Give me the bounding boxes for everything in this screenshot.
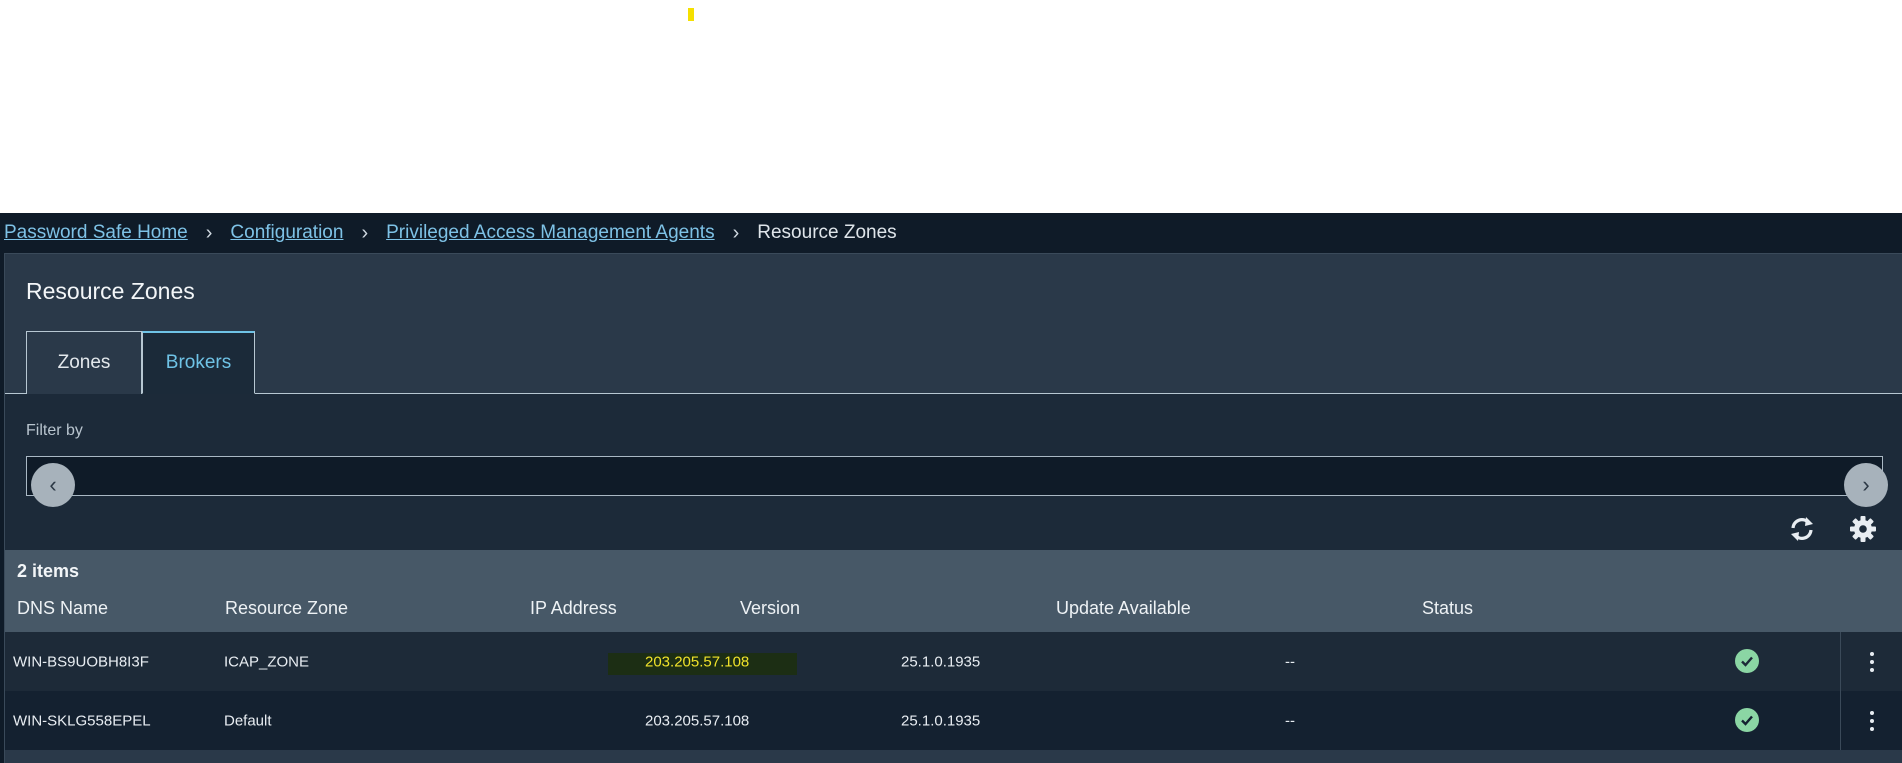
cell-update-available: -- (1285, 653, 1295, 670)
column-header-dns-name[interactable]: DNS Name (17, 598, 108, 619)
breadcrumb-link-pam-agents[interactable]: Privileged Access Management Agents (386, 222, 714, 244)
scroll-right-button[interactable]: › (1844, 463, 1888, 507)
cell-update-available: -- (1285, 712, 1295, 729)
tab-brokers[interactable]: Brokers (142, 331, 255, 394)
gear-icon (1850, 516, 1876, 542)
filter-area: Filter by ‹ › (5, 394, 1902, 550)
chevron-left-icon: ‹ (49, 472, 57, 497)
row-actions-button[interactable] (1840, 632, 1902, 691)
page-title: Resource Zones (26, 278, 195, 304)
grid-header: 2 items DNS Name Resource Zone IP Addres… (5, 550, 1902, 632)
column-header-status[interactable]: Status (1422, 598, 1473, 619)
filter-input[interactable] (26, 456, 1883, 496)
chevron-right-icon: › (361, 222, 369, 244)
cell-version: 25.1.0.1935 (901, 653, 981, 670)
cell-resource-zone: Default (224, 712, 272, 729)
column-header-ip-address[interactable]: IP Address (530, 598, 617, 619)
cell-ip-address: 203.205.57.108 (645, 653, 750, 670)
chevron-right-icon: › (205, 222, 213, 244)
tab-zones[interactable]: Zones (26, 331, 142, 394)
status-ok-icon (1735, 649, 1759, 673)
items-count: 2 items (17, 561, 80, 581)
table-row[interactable]: WIN-BS9UOBH8I3F ICAP_ZONE 203.205.57.108… (5, 632, 1902, 691)
kebab-menu-icon (1870, 710, 1874, 731)
tab-label: Zones (57, 352, 111, 373)
table-row[interactable]: WIN-SKLG558EPEL Default 203.205.57.108 2… (5, 691, 1902, 750)
chevron-right-icon: › (1862, 472, 1870, 497)
cell-dns-name: WIN-BS9UOBH8I3F (13, 653, 149, 670)
chevron-right-icon: › (732, 222, 740, 244)
breadcrumb-link-home[interactable]: Password Safe Home (4, 222, 188, 244)
breadcrumb-current: Resource Zones (757, 222, 897, 243)
refresh-button[interactable] (1786, 513, 1818, 545)
main-panel: Resource Zones Zones Brokers Filter by ‹… (4, 253, 1902, 763)
tab-label: Brokers (165, 352, 232, 373)
cell-dns-name: WIN-SKLG558EPEL (13, 712, 151, 729)
refresh-icon (1791, 517, 1813, 541)
filter-label: Filter by (26, 422, 83, 439)
status-ok-icon (1735, 708, 1759, 732)
breadcrumb-link-configuration[interactable]: Configuration (230, 222, 343, 244)
column-header-update-available[interactable]: Update Available (1056, 598, 1191, 619)
column-header-resource-zone[interactable]: Resource Zone (225, 598, 348, 619)
scroll-left-button[interactable]: ‹ (31, 463, 75, 507)
breadcrumb: Password Safe Home › Configuration › Pri… (4, 213, 897, 253)
kebab-menu-icon (1870, 651, 1874, 672)
row-actions-button[interactable] (1840, 691, 1902, 750)
yellow-marker (688, 8, 694, 21)
cell-ip-address: 203.205.57.108 (645, 712, 750, 729)
blank-top-area (0, 0, 1902, 213)
app-window: Password Safe Home › Configuration › Pri… (0, 213, 1902, 763)
cell-version: 25.1.0.1935 (901, 712, 981, 729)
cell-resource-zone: ICAP_ZONE (224, 653, 310, 670)
column-header-version[interactable]: Version (740, 598, 800, 619)
settings-button[interactable] (1847, 513, 1879, 545)
